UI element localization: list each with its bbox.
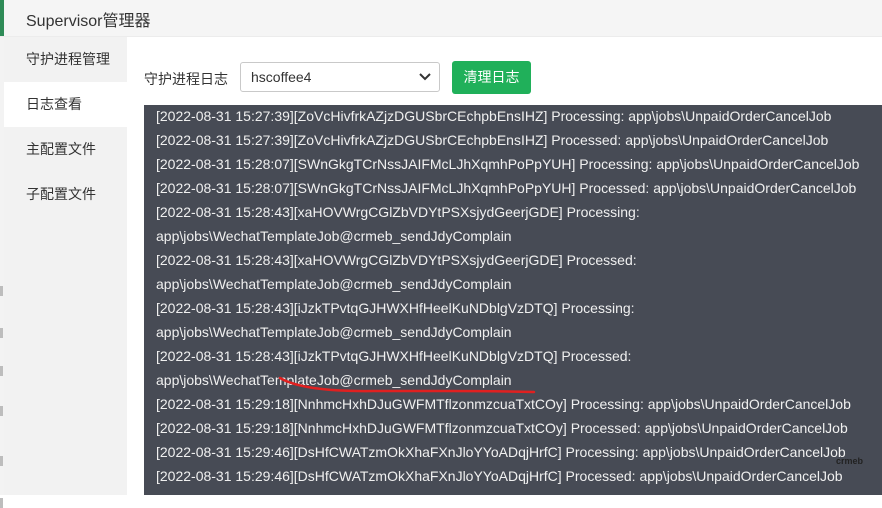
process-select-value: hscoffee4	[251, 69, 312, 85]
window-titlebar: Supervisor管理器	[0, 0, 882, 37]
red-underline-annotation	[278, 376, 536, 394]
edge-mark	[0, 406, 3, 416]
edge-mark	[0, 498, 3, 508]
log-output: [2022-08-31 15:27:39][ZoVcHivfrkAZjzDGUS…	[144, 105, 882, 495]
sidebar: 守护进程管理 日志查看 主配置文件 子配置文件	[4, 37, 127, 495]
main-panel: 守护进程日志 hscoffee4 清理日志 [2022-08-31 15:27:…	[127, 37, 882, 495]
edge-mark	[0, 286, 3, 296]
watermark-logo: crmeb	[836, 456, 864, 466]
log-label: 守护进程日志	[144, 71, 228, 87]
sidebar-item-log-view[interactable]: 日志查看	[4, 82, 127, 127]
titlebar-accent	[0, 0, 4, 36]
edge-mark	[0, 328, 3, 338]
edge-mark	[0, 366, 3, 376]
sidebar-item-main-config[interactable]: 主配置文件	[4, 127, 127, 172]
sidebar-item-sub-config[interactable]: 子配置文件	[4, 172, 127, 217]
process-select[interactable]: hscoffee4	[240, 62, 440, 92]
window-title: Supervisor管理器	[26, 13, 151, 30]
edge-mark	[0, 456, 3, 466]
clear-log-button[interactable]: 清理日志	[452, 61, 531, 94]
sidebar-item-process-management[interactable]: 守护进程管理	[4, 37, 127, 82]
chevron-down-icon	[419, 73, 431, 81]
